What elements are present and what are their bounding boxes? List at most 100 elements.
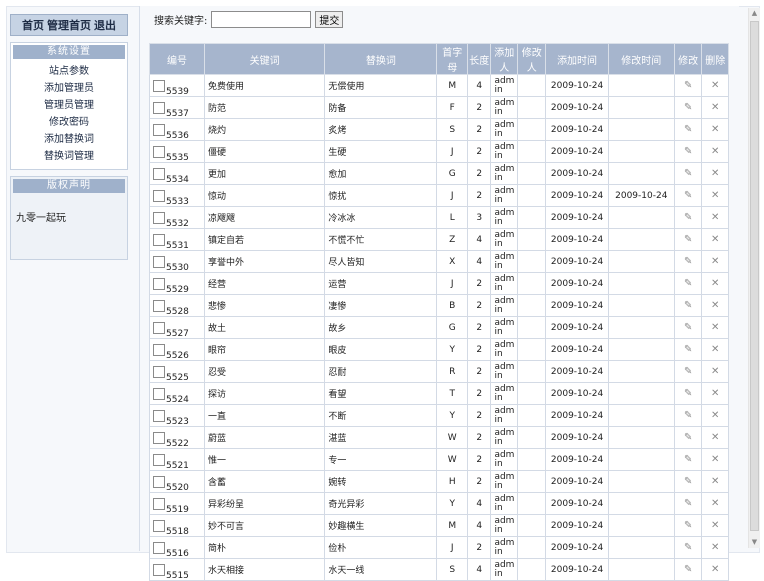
delete-x-icon[interactable]: ✕ bbox=[711, 564, 719, 575]
delete-x-icon[interactable]: ✕ bbox=[711, 432, 719, 443]
row-select-checkbox[interactable] bbox=[153, 101, 165, 114]
row-select-checkbox[interactable] bbox=[153, 497, 165, 510]
row-length: 2 bbox=[467, 426, 492, 449]
row-select-checkbox[interactable] bbox=[153, 431, 165, 444]
row-added-by: admin bbox=[490, 514, 518, 537]
nav-admin-home-link[interactable]: 管理首页 bbox=[47, 17, 91, 33]
pencil-icon[interactable]: ✎ bbox=[684, 256, 692, 267]
row-replace: 不断 bbox=[324, 404, 438, 427]
delete-x-icon[interactable]: ✕ bbox=[711, 366, 719, 377]
table-row: 5530 享誉中外 尽人皆知 X 4 admin 2009-10-24 ✎ ✕ bbox=[148, 250, 729, 273]
delete-x-icon[interactable]: ✕ bbox=[711, 212, 719, 223]
pencil-icon[interactable]: ✎ bbox=[684, 410, 692, 421]
menu-item-add-replace-word[interactable]: 添加替换词 bbox=[11, 131, 127, 148]
delete-x-icon[interactable]: ✕ bbox=[711, 124, 719, 135]
delete-x-icon[interactable]: ✕ bbox=[711, 168, 719, 179]
pencil-icon[interactable]: ✎ bbox=[684, 454, 692, 465]
menu-item-admin-manage[interactable]: 管理员管理 bbox=[11, 97, 127, 114]
row-keyword: 防范 bbox=[204, 96, 326, 119]
row-added-time: 2009-10-24 bbox=[545, 404, 609, 427]
row-initial: J bbox=[436, 536, 469, 559]
search-input[interactable] bbox=[211, 10, 312, 28]
delete-x-icon[interactable]: ✕ bbox=[711, 102, 719, 113]
row-select-checkbox[interactable] bbox=[153, 387, 165, 400]
pencil-icon[interactable]: ✎ bbox=[684, 564, 692, 575]
delete-x-icon[interactable]: ✕ bbox=[711, 278, 719, 289]
pencil-icon[interactable]: ✎ bbox=[684, 344, 692, 355]
row-select-checkbox[interactable] bbox=[153, 255, 165, 268]
pencil-icon[interactable]: ✎ bbox=[684, 300, 692, 311]
row-select-checkbox[interactable] bbox=[153, 519, 165, 532]
pencil-icon[interactable]: ✎ bbox=[684, 520, 692, 531]
nav-home-link[interactable]: 首页 bbox=[22, 17, 44, 33]
delete-x-icon[interactable]: ✕ bbox=[711, 520, 719, 531]
pencil-icon[interactable]: ✎ bbox=[684, 278, 692, 289]
delete-x-icon[interactable]: ✕ bbox=[711, 498, 719, 509]
row-select-checkbox[interactable] bbox=[153, 475, 165, 488]
pencil-icon[interactable]: ✎ bbox=[684, 190, 692, 201]
pencil-icon[interactable]: ✎ bbox=[684, 542, 692, 553]
row-edit-cell: ✎ bbox=[673, 294, 703, 317]
row-select-checkbox[interactable] bbox=[153, 563, 165, 576]
delete-x-icon[interactable]: ✕ bbox=[711, 410, 719, 421]
scroll-down-arrow-icon[interactable]: ▼ bbox=[749, 537, 760, 548]
row-select-checkbox[interactable] bbox=[153, 233, 165, 246]
delete-x-icon[interactable]: ✕ bbox=[711, 300, 719, 311]
delete-x-icon[interactable]: ✕ bbox=[711, 80, 719, 91]
row-modified-by bbox=[516, 404, 547, 427]
pencil-icon[interactable]: ✎ bbox=[684, 476, 692, 487]
row-modified-time bbox=[607, 162, 675, 185]
delete-x-icon[interactable]: ✕ bbox=[711, 256, 719, 267]
pencil-icon[interactable]: ✎ bbox=[684, 498, 692, 509]
row-select-checkbox[interactable] bbox=[153, 453, 165, 466]
delete-x-icon[interactable]: ✕ bbox=[711, 454, 719, 465]
pencil-icon[interactable]: ✎ bbox=[684, 146, 692, 157]
submit-button[interactable]: 提交 bbox=[315, 10, 344, 28]
vertical-scrollbar[interactable]: ▲ ▼ bbox=[748, 8, 760, 548]
pencil-icon[interactable]: ✎ bbox=[684, 102, 692, 113]
row-select-checkbox[interactable] bbox=[153, 167, 165, 180]
row-select-checkbox[interactable] bbox=[153, 189, 165, 202]
menu-item-add-admin[interactable]: 添加管理员 bbox=[11, 80, 127, 97]
pencil-icon[interactable]: ✎ bbox=[684, 212, 692, 223]
pencil-icon[interactable]: ✎ bbox=[684, 322, 692, 333]
menu-item-replace-word-manage[interactable]: 替换词管理 bbox=[11, 148, 127, 165]
row-added-time: 2009-10-24 bbox=[545, 448, 609, 471]
delete-x-icon[interactable]: ✕ bbox=[711, 542, 719, 553]
row-select-checkbox[interactable] bbox=[153, 409, 165, 422]
row-select-checkbox[interactable] bbox=[153, 321, 165, 334]
delete-x-icon[interactable]: ✕ bbox=[711, 388, 719, 399]
row-id-cell: 5534 bbox=[148, 162, 206, 185]
row-select-checkbox[interactable] bbox=[153, 145, 165, 158]
delete-x-icon[interactable]: ✕ bbox=[711, 234, 719, 245]
pencil-icon[interactable]: ✎ bbox=[684, 168, 692, 179]
scrollbar-thumb[interactable] bbox=[750, 21, 759, 531]
row-select-checkbox[interactable] bbox=[153, 365, 165, 378]
row-added-time: 2009-10-24 bbox=[545, 272, 609, 295]
row-replace: 防备 bbox=[324, 96, 438, 119]
row-select-checkbox[interactable] bbox=[153, 277, 165, 290]
row-select-checkbox[interactable] bbox=[153, 211, 165, 224]
delete-x-icon[interactable]: ✕ bbox=[711, 190, 719, 201]
row-select-checkbox[interactable] bbox=[153, 541, 165, 554]
row-delete-cell: ✕ bbox=[701, 558, 729, 581]
nav-logout-link[interactable]: 退出 bbox=[94, 17, 116, 33]
row-select-checkbox[interactable] bbox=[153, 79, 165, 92]
pencil-icon[interactable]: ✎ bbox=[684, 234, 692, 245]
row-select-checkbox[interactable] bbox=[153, 123, 165, 136]
menu-item-change-password[interactable]: 修改密码 bbox=[11, 114, 127, 131]
pencil-icon[interactable]: ✎ bbox=[684, 366, 692, 377]
pencil-icon[interactable]: ✎ bbox=[684, 80, 692, 91]
row-edit-cell: ✎ bbox=[673, 382, 703, 405]
menu-item-site-params[interactable]: 站点参数 bbox=[11, 63, 127, 80]
pencil-icon[interactable]: ✎ bbox=[684, 124, 692, 135]
row-select-checkbox[interactable] bbox=[153, 343, 165, 356]
pencil-icon[interactable]: ✎ bbox=[684, 388, 692, 399]
row-select-checkbox[interactable] bbox=[153, 299, 165, 312]
delete-x-icon[interactable]: ✕ bbox=[711, 476, 719, 487]
delete-x-icon[interactable]: ✕ bbox=[711, 322, 719, 333]
scroll-up-arrow-icon[interactable]: ▲ bbox=[749, 8, 760, 19]
pencil-icon[interactable]: ✎ bbox=[684, 432, 692, 443]
delete-x-icon[interactable]: ✕ bbox=[711, 344, 719, 355]
delete-x-icon[interactable]: ✕ bbox=[711, 146, 719, 157]
